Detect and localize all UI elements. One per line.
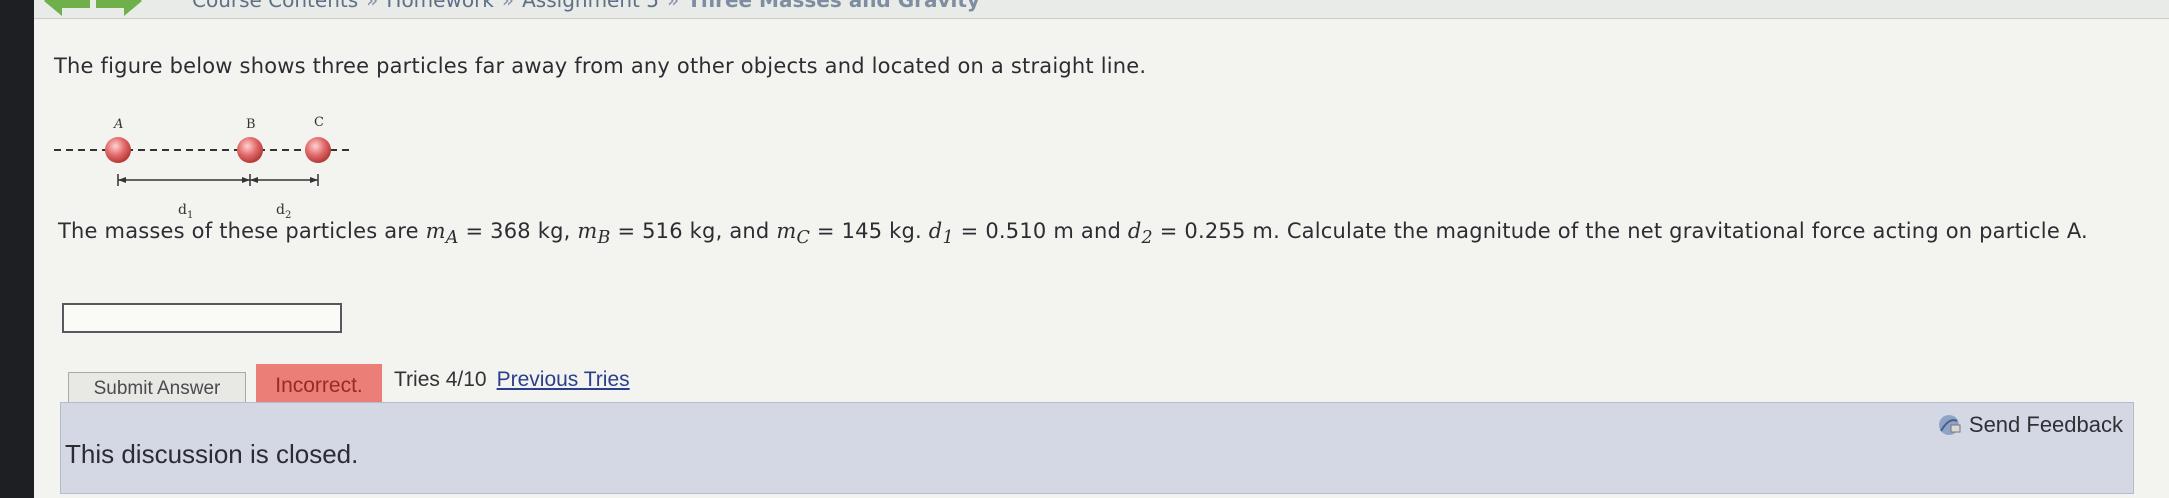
page: Course Contents » Homework » Assignment 5 » Th… bbox=[34, 0, 2169, 498]
breadcrumb: Course Contents » Homework » Assignment 5 » Th… bbox=[192, 0, 980, 12]
d2-value: 0.255 m bbox=[1184, 219, 1274, 243]
feedback-icon bbox=[1938, 415, 1961, 435]
particle-a bbox=[105, 137, 131, 163]
submit-answer-button[interactable]: Submit Answer bbox=[68, 372, 246, 406]
discussion-panel: This discussion is closed. Send Feedback bbox=[60, 402, 2134, 494]
d1-value: 0.510 m bbox=[985, 219, 1074, 243]
nav-bar: Course Contents » Homework » Assignment 5 » Th… bbox=[34, 0, 2169, 19]
breadcrumb-separator: » bbox=[666, 0, 680, 12]
mass-a-value: 368 kg bbox=[490, 219, 564, 243]
particle-c bbox=[305, 137, 331, 163]
discussion-closed-text: This discussion is closed. bbox=[65, 439, 359, 469]
breadcrumb-separator: » bbox=[366, 0, 379, 12]
right-arrow-icon[interactable] bbox=[96, 0, 142, 16]
previous-tries-link[interactable]: Previous Tries bbox=[497, 368, 630, 391]
particles-figure: A B C d1 d2 bbox=[54, 115, 354, 221]
mass-c-value: 145 kg bbox=[841, 219, 916, 243]
tries-count: Tries 4/10 bbox=[394, 368, 487, 391]
breadcrumb-course-contents[interactable]: Course Contents bbox=[192, 0, 358, 12]
problem-statement: The masses of these particles are mA = 3… bbox=[58, 219, 2088, 249]
breadcrumb-current: Three Masses and Gravity bbox=[687, 0, 980, 12]
breadcrumb-assignment[interactable]: Assignment 5 bbox=[522, 0, 659, 12]
left-arrow-icon[interactable] bbox=[44, 0, 90, 16]
particle-b bbox=[237, 137, 263, 163]
label-a: A bbox=[113, 117, 123, 132]
label-b: B bbox=[246, 117, 256, 132]
send-feedback-label: Send Feedback bbox=[1968, 412, 2123, 437]
breadcrumb-homework[interactable]: Homework bbox=[386, 0, 493, 12]
breadcrumb-separator: » bbox=[501, 0, 515, 12]
intro-text: The figure below shows three particles f… bbox=[54, 54, 1147, 78]
send-feedback-button[interactable]: Send Feedback bbox=[1935, 411, 2123, 439]
mass-b-value: 516 kg bbox=[642, 219, 716, 243]
label-c: C bbox=[314, 115, 324, 130]
tries-info: Tries 4/10 Previous Tries bbox=[394, 368, 630, 392]
answer-input[interactable] bbox=[62, 303, 342, 333]
